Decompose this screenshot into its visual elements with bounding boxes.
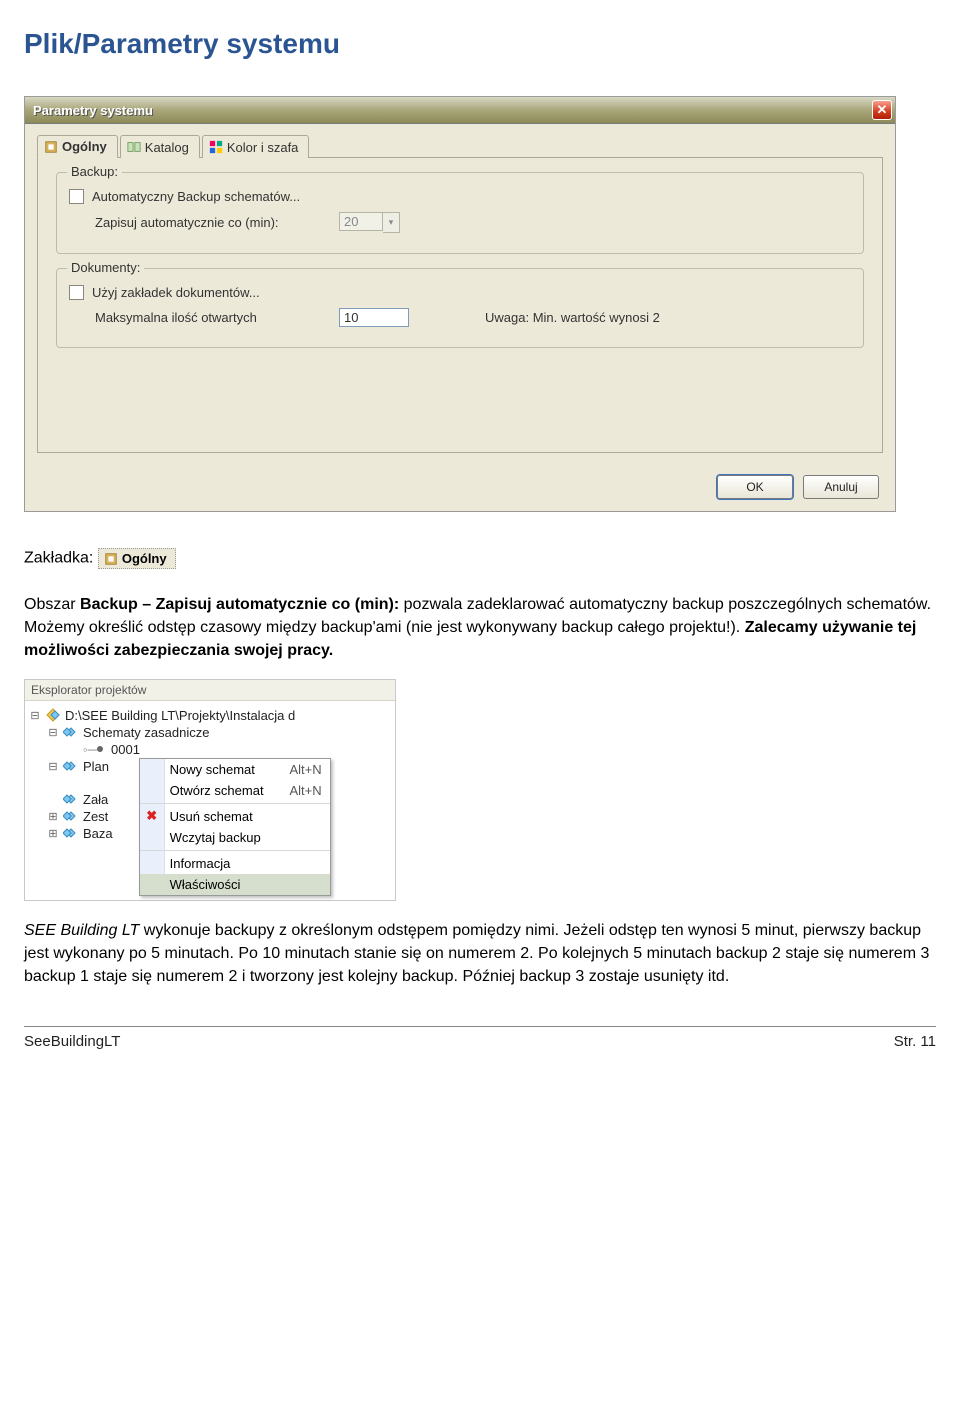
settings-icon	[104, 552, 118, 566]
explorer-title: Eksplorator projektów	[25, 680, 395, 701]
mini-tab-ogolny: Ogólny	[98, 548, 176, 569]
menu-shortcut: Alt+N	[289, 783, 321, 798]
page-footer: SeeBuildingLT Str. 11	[24, 1026, 936, 1050]
group-dokumenty: Dokumenty: Użyj zakładek dokumentów... M…	[56, 268, 864, 348]
project-explorer: Eksplorator projektów ⊟ D:\SEE Building …	[24, 679, 396, 901]
catalog-icon	[127, 140, 141, 154]
paragraph-1: Obszar Backup – Zapisuj automatycznie co…	[24, 593, 936, 663]
diamonds-icon	[63, 760, 79, 772]
diamonds-icon	[63, 726, 79, 738]
collapse-icon[interactable]: ⊟	[47, 726, 59, 739]
menu-label: Otwórz schemat	[170, 783, 264, 798]
tree-label: Plan	[83, 759, 109, 774]
cancel-button[interactable]: Anuluj	[803, 475, 879, 499]
menu-usun-schemat[interactable]: ✖ Usuń schemat	[140, 803, 330, 827]
node-icon	[97, 746, 103, 752]
interval-label: Zapisuj automatycznie co (min):	[95, 215, 331, 230]
delete-icon: ✖	[145, 809, 159, 823]
max-open-label: Maksymalna ilość otwartych	[95, 310, 331, 325]
close-icon[interactable]: ✕	[872, 100, 892, 120]
tree-label: Baza	[83, 826, 113, 841]
menu-wlasciwosci[interactable]: Właściwości	[140, 874, 330, 895]
diamonds-icon	[63, 827, 79, 839]
menu-label: Nowy schemat	[170, 762, 255, 777]
tab-label: Katalog	[145, 140, 189, 155]
project-icon	[45, 708, 61, 722]
menu-nowy-schemat[interactable]: Nowy schemat Alt+N	[140, 759, 330, 780]
menu-otworz-schemat[interactable]: Otwórz schemat Alt+N	[140, 780, 330, 801]
collapse-icon[interactable]: ⊟	[29, 709, 41, 722]
tree-root-label: D:\SEE Building LT\Projekty\Instalacja d	[65, 708, 295, 723]
tree-item-plan[interactable]: ⊟ Plan	[29, 758, 113, 775]
expand-icon[interactable]: ⊞	[47, 810, 59, 823]
footer-left: SeeBuildingLT	[24, 1033, 120, 1050]
tab-panel-ogolny: Backup: Automatyczny Backup schematów...…	[37, 157, 883, 453]
tree-item-0001[interactable]: ◦─ 0001	[29, 741, 391, 758]
tree-label: Zest	[83, 809, 108, 824]
paragraph-2: SEE Building LT wykonuje backupy z okreś…	[24, 919, 936, 989]
page-title: Plik/Parametry systemu	[24, 28, 936, 60]
tree-label: Zała	[83, 792, 108, 807]
settings-icon	[44, 140, 58, 154]
min-value-note: Uwaga: Min. wartość wynosi 2	[485, 310, 660, 325]
auto-backup-label: Automatyczny Backup schematów...	[92, 189, 300, 204]
tree-label: 0001	[111, 742, 140, 757]
parametry-dialog: Parametry systemu ✕ Ogólny Katalog Kolor…	[24, 96, 896, 512]
diamonds-icon	[63, 810, 79, 822]
mini-tab-label: Ogólny	[122, 551, 167, 566]
dialog-title: Parametry systemu	[33, 103, 153, 118]
tree-item-baza[interactable]: ⊞ Baza	[29, 825, 113, 842]
use-tabs-label: Użyj zakładek dokumentów...	[92, 285, 260, 300]
p1-b: Backup – Zapisuj automatycznie co (min):	[80, 596, 404, 613]
tree-item-zest[interactable]: ⊞ Zest	[29, 808, 113, 825]
menu-label: Usuń schemat	[170, 809, 253, 824]
collapse-icon[interactable]: ⊟	[47, 760, 59, 773]
tree-root[interactable]: ⊟ D:\SEE Building LT\Projekty\Instalacja…	[29, 707, 391, 724]
p1-a: Obszar	[24, 596, 80, 613]
tab-ogolny[interactable]: Ogólny	[37, 135, 118, 158]
interval-input[interactable]	[339, 212, 383, 231]
tabs: Ogólny Katalog Kolor i szafa	[37, 134, 883, 157]
tree-item-zala[interactable]: ⊟ Zała	[29, 791, 113, 808]
ok-button[interactable]: OK	[717, 475, 793, 499]
dialog-body: Ogólny Katalog Kolor i szafa Backup: Aut…	[25, 124, 895, 465]
menu-label: Właściwości	[170, 877, 241, 892]
dialog-titlebar: Parametry systemu ✕	[25, 97, 895, 124]
tree: ⊟ D:\SEE Building LT\Projekty\Instalacja…	[25, 701, 395, 900]
group-backup: Backup: Automatyczny Backup schematów...…	[56, 172, 864, 254]
group-dokumenty-title: Dokumenty:	[67, 260, 144, 275]
see-building-italic: SEE Building LT	[24, 922, 144, 939]
palette-icon	[209, 140, 223, 154]
tab-katalog[interactable]: Katalog	[120, 135, 200, 158]
diamonds-icon	[63, 793, 79, 805]
tree-label: Schematy zasadnicze	[83, 725, 209, 740]
chevron-down-icon[interactable]: ▾	[383, 212, 400, 233]
menu-label: Wczytaj backup	[170, 830, 261, 845]
tree-item-schematy[interactable]: ⊟ Schematy zasadnicze	[29, 724, 391, 741]
menu-wczytaj-backup[interactable]: Wczytaj backup	[140, 827, 330, 848]
p2-rest: wykonuje backupy z określonym odstępem p…	[24, 922, 929, 985]
menu-label: Informacja	[170, 856, 231, 871]
tab-label: Kolor i szafa	[227, 140, 299, 155]
expand-icon[interactable]: ⊞	[47, 827, 59, 840]
zakladka-label: Zakładka:	[24, 550, 93, 567]
tab-kolor[interactable]: Kolor i szafa	[202, 135, 310, 158]
menu-shortcut: Alt+N	[289, 762, 321, 777]
footer-right: Str. 11	[894, 1033, 936, 1050]
tab-label: Ogólny	[62, 139, 107, 154]
group-backup-title: Backup:	[67, 164, 122, 179]
max-open-input[interactable]	[339, 308, 409, 327]
context-menu: Nowy schemat Alt+N Otwórz schemat Alt+N …	[139, 758, 331, 896]
zakladka-line: Zakładka: Ogólny	[24, 548, 936, 569]
menu-informacja[interactable]: Informacja	[140, 850, 330, 874]
use-tabs-checkbox[interactable]	[69, 285, 84, 300]
auto-backup-checkbox[interactable]	[69, 189, 84, 204]
dialog-buttons: OK Anuluj	[25, 465, 895, 511]
